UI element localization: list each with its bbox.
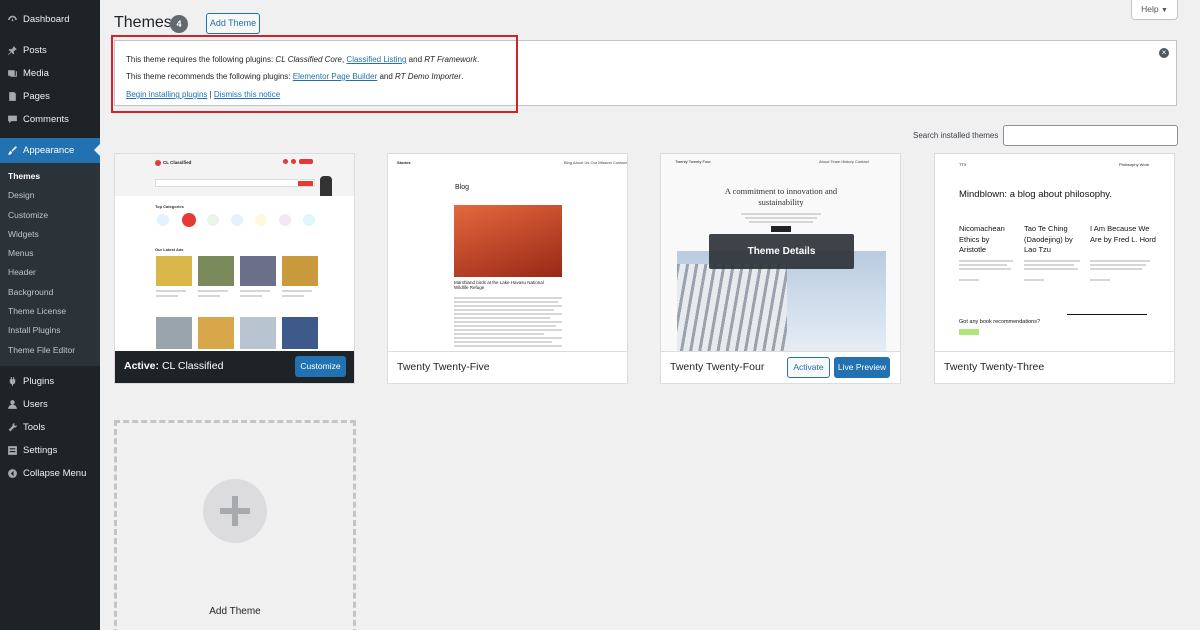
preview-post-1: Nicomachean Ethics by Aristotle — [959, 224, 1005, 254]
preview-site-title: TT3 — [959, 162, 967, 167]
menu-comments[interactable]: Comments — [0, 108, 100, 131]
submenu-background[interactable]: Background — [0, 283, 100, 302]
preview-nav: About Team History Contact — [819, 159, 869, 164]
menu-posts[interactable]: Posts — [0, 39, 100, 62]
theme-name-twenty-twenty-three: Twenty Twenty-Three — [944, 361, 1045, 373]
comment-icon — [6, 114, 18, 126]
media-icon — [6, 68, 18, 80]
theme-name-twenty-twenty-four: Twenty Twenty-Four — [670, 361, 765, 373]
preview-nav: Blog About Us Our Mission Contact — [564, 160, 627, 165]
menu-posts-label: Posts — [23, 45, 47, 56]
menu-users-label: Users — [23, 398, 48, 410]
theme-card-twenty-twenty-four[interactable]: Twenty Twenty Four About Team History Co… — [660, 153, 901, 384]
page-scrollbar[interactable] — [1193, 0, 1200, 630]
menu-pages-label: Pages — [23, 91, 50, 102]
add-new-theme-label: Add Theme — [209, 606, 261, 617]
dashboard-icon — [6, 14, 18, 26]
preview-ads-heading: Our Latest Ads — [155, 247, 184, 252]
theme-card-twenty-twenty-three[interactable]: TT3 Philosophy Work Mindblown: a blog ab… — [934, 153, 1175, 384]
menu-settings-label: Settings — [23, 444, 58, 456]
menu-comments-label: Comments — [23, 114, 69, 125]
menu-pages[interactable]: Pages — [0, 85, 100, 108]
menu-tools[interactable]: Tools — [0, 416, 100, 439]
theme-bar: Twenty Twenty-Three — [935, 351, 1174, 383]
theme-bar: Twenty Twenty-Four Activate Live Preview — [661, 351, 900, 383]
menu-dashboard[interactable]: Dashboard — [0, 8, 100, 31]
menu-dashboard-label: Dashboard — [23, 14, 70, 25]
plus-icon — [203, 479, 267, 543]
menu-collapse-label: Collapse Menu — [23, 467, 87, 479]
submenu-menus[interactable]: Menus — [0, 244, 100, 263]
customize-button[interactable]: Customize — [295, 356, 346, 377]
submenu-theme-file-editor[interactable]: Theme File Editor — [0, 341, 100, 360]
theme-card-cl-classified[interactable]: CL Classified Top Categories Our Latest … — [114, 153, 355, 384]
theme-screenshot-twenty-twenty-three: TT3 Philosophy Work Mindblown: a blog ab… — [935, 154, 1174, 351]
pages-icon — [6, 91, 18, 103]
close-icon[interactable]: × — [1159, 48, 1169, 58]
preview-post-2: Tao Te Ching (Daodejing) by Lao Tzu — [1024, 224, 1073, 254]
active-label: Active: — [124, 360, 160, 372]
preview-nav: Philosophy Work — [1119, 162, 1149, 167]
submenu-themes[interactable]: Themes — [0, 167, 100, 186]
plugin-icon — [6, 375, 18, 387]
menu-users[interactable]: Users — [0, 393, 100, 416]
preview-logo: CL Classified — [163, 160, 192, 165]
theme-name-twenty-twenty-five: Twenty Twenty-Five — [397, 361, 490, 373]
preview-post-3: I Am Because We Are by Fred L. Hord — [1090, 224, 1156, 244]
theme-count-badge: 4 — [170, 15, 188, 33]
submenu-widgets[interactable]: Widgets — [0, 225, 100, 244]
highlight-annotation-box — [111, 35, 518, 113]
preview-headline: A commitment to innovation and sustainab… — [724, 186, 838, 207]
menu-tools-label: Tools — [23, 421, 46, 433]
live-preview-button[interactable]: Live Preview — [834, 357, 890, 378]
brush-icon — [6, 145, 18, 157]
help-label: Help — [1141, 4, 1159, 14]
submenu-header[interactable]: Header — [0, 263, 100, 282]
caret-down-icon: ▼ — [1160, 7, 1168, 14]
preview-headline: Mindblown: a blog about philosophy. — [959, 189, 1112, 200]
preview-blog-heading: Blog — [455, 184, 470, 191]
theme-card-twenty-twenty-five[interactable]: Stories Blog About Us Our Mission Contac… — [387, 153, 628, 384]
theme-name-cl-classified: CL Classified — [161, 360, 224, 372]
search-themes-input[interactable] — [1003, 125, 1178, 146]
help-tab-button[interactable]: Help ▼ — [1131, 0, 1178, 20]
activate-button[interactable]: Activate — [787, 357, 830, 378]
menu-media-label: Media — [23, 68, 49, 79]
settings-icon — [6, 444, 18, 456]
menu-appearance[interactable]: Appearance — [0, 138, 100, 163]
submenu-install-plugins[interactable]: Install Plugins — [0, 321, 100, 340]
active-theme-name: Active: CL Classified — [124, 360, 223, 372]
users-icon — [6, 398, 18, 410]
add-new-theme-card[interactable]: Add Theme — [114, 420, 356, 630]
preview-categories: Top Categories — [155, 204, 184, 209]
collapse-icon — [6, 467, 18, 479]
theme-screenshot-cl-classified: CL Classified Top Categories Our Latest … — [115, 154, 354, 351]
search-label: Search installed themes — [913, 131, 999, 140]
theme-bar: Twenty Twenty-Five — [388, 351, 627, 383]
submenu-customize[interactable]: Customize — [0, 206, 100, 225]
theme-bar-active: Active: CL Classified Customize — [115, 351, 354, 383]
page-title: Themes — [114, 14, 172, 31]
menu-media[interactable]: Media — [0, 62, 100, 85]
wrench-icon — [6, 421, 18, 433]
menu-plugins-label: Plugins — [23, 375, 55, 387]
preview-site-title: Stories — [397, 160, 411, 165]
menu-appearance-label: Appearance — [23, 145, 75, 156]
pin-icon — [6, 45, 18, 57]
menu-settings[interactable]: Settings — [0, 439, 100, 462]
menu-plugins[interactable]: Plugins — [0, 370, 100, 393]
theme-details-overlay[interactable]: Theme Details — [709, 246, 854, 257]
preview-caption: Marshland birds at the Lake Havasu Natio… — [454, 280, 544, 290]
submenu-design[interactable]: Design — [0, 186, 100, 205]
theme-screenshot-twenty-twenty-four: Twenty Twenty Four About Team History Co… — [661, 154, 900, 351]
appearance-submenu: Themes Design Customize Widgets Menus He… — [0, 163, 100, 366]
add-theme-button[interactable]: Add Theme — [206, 13, 260, 34]
submenu-theme-license[interactable]: Theme License — [0, 302, 100, 321]
admin-sidebar: Dashboard Posts Media Pages Comments App… — [0, 0, 100, 630]
theme-screenshot-twenty-twenty-five: Stories Blog About Us Our Mission Contac… — [388, 154, 627, 351]
menu-collapse[interactable]: Collapse Menu — [0, 462, 100, 485]
preview-site-title: Twenty Twenty Four — [675, 159, 711, 164]
preview-cta: Got any book recommendations? — [959, 319, 1041, 325]
